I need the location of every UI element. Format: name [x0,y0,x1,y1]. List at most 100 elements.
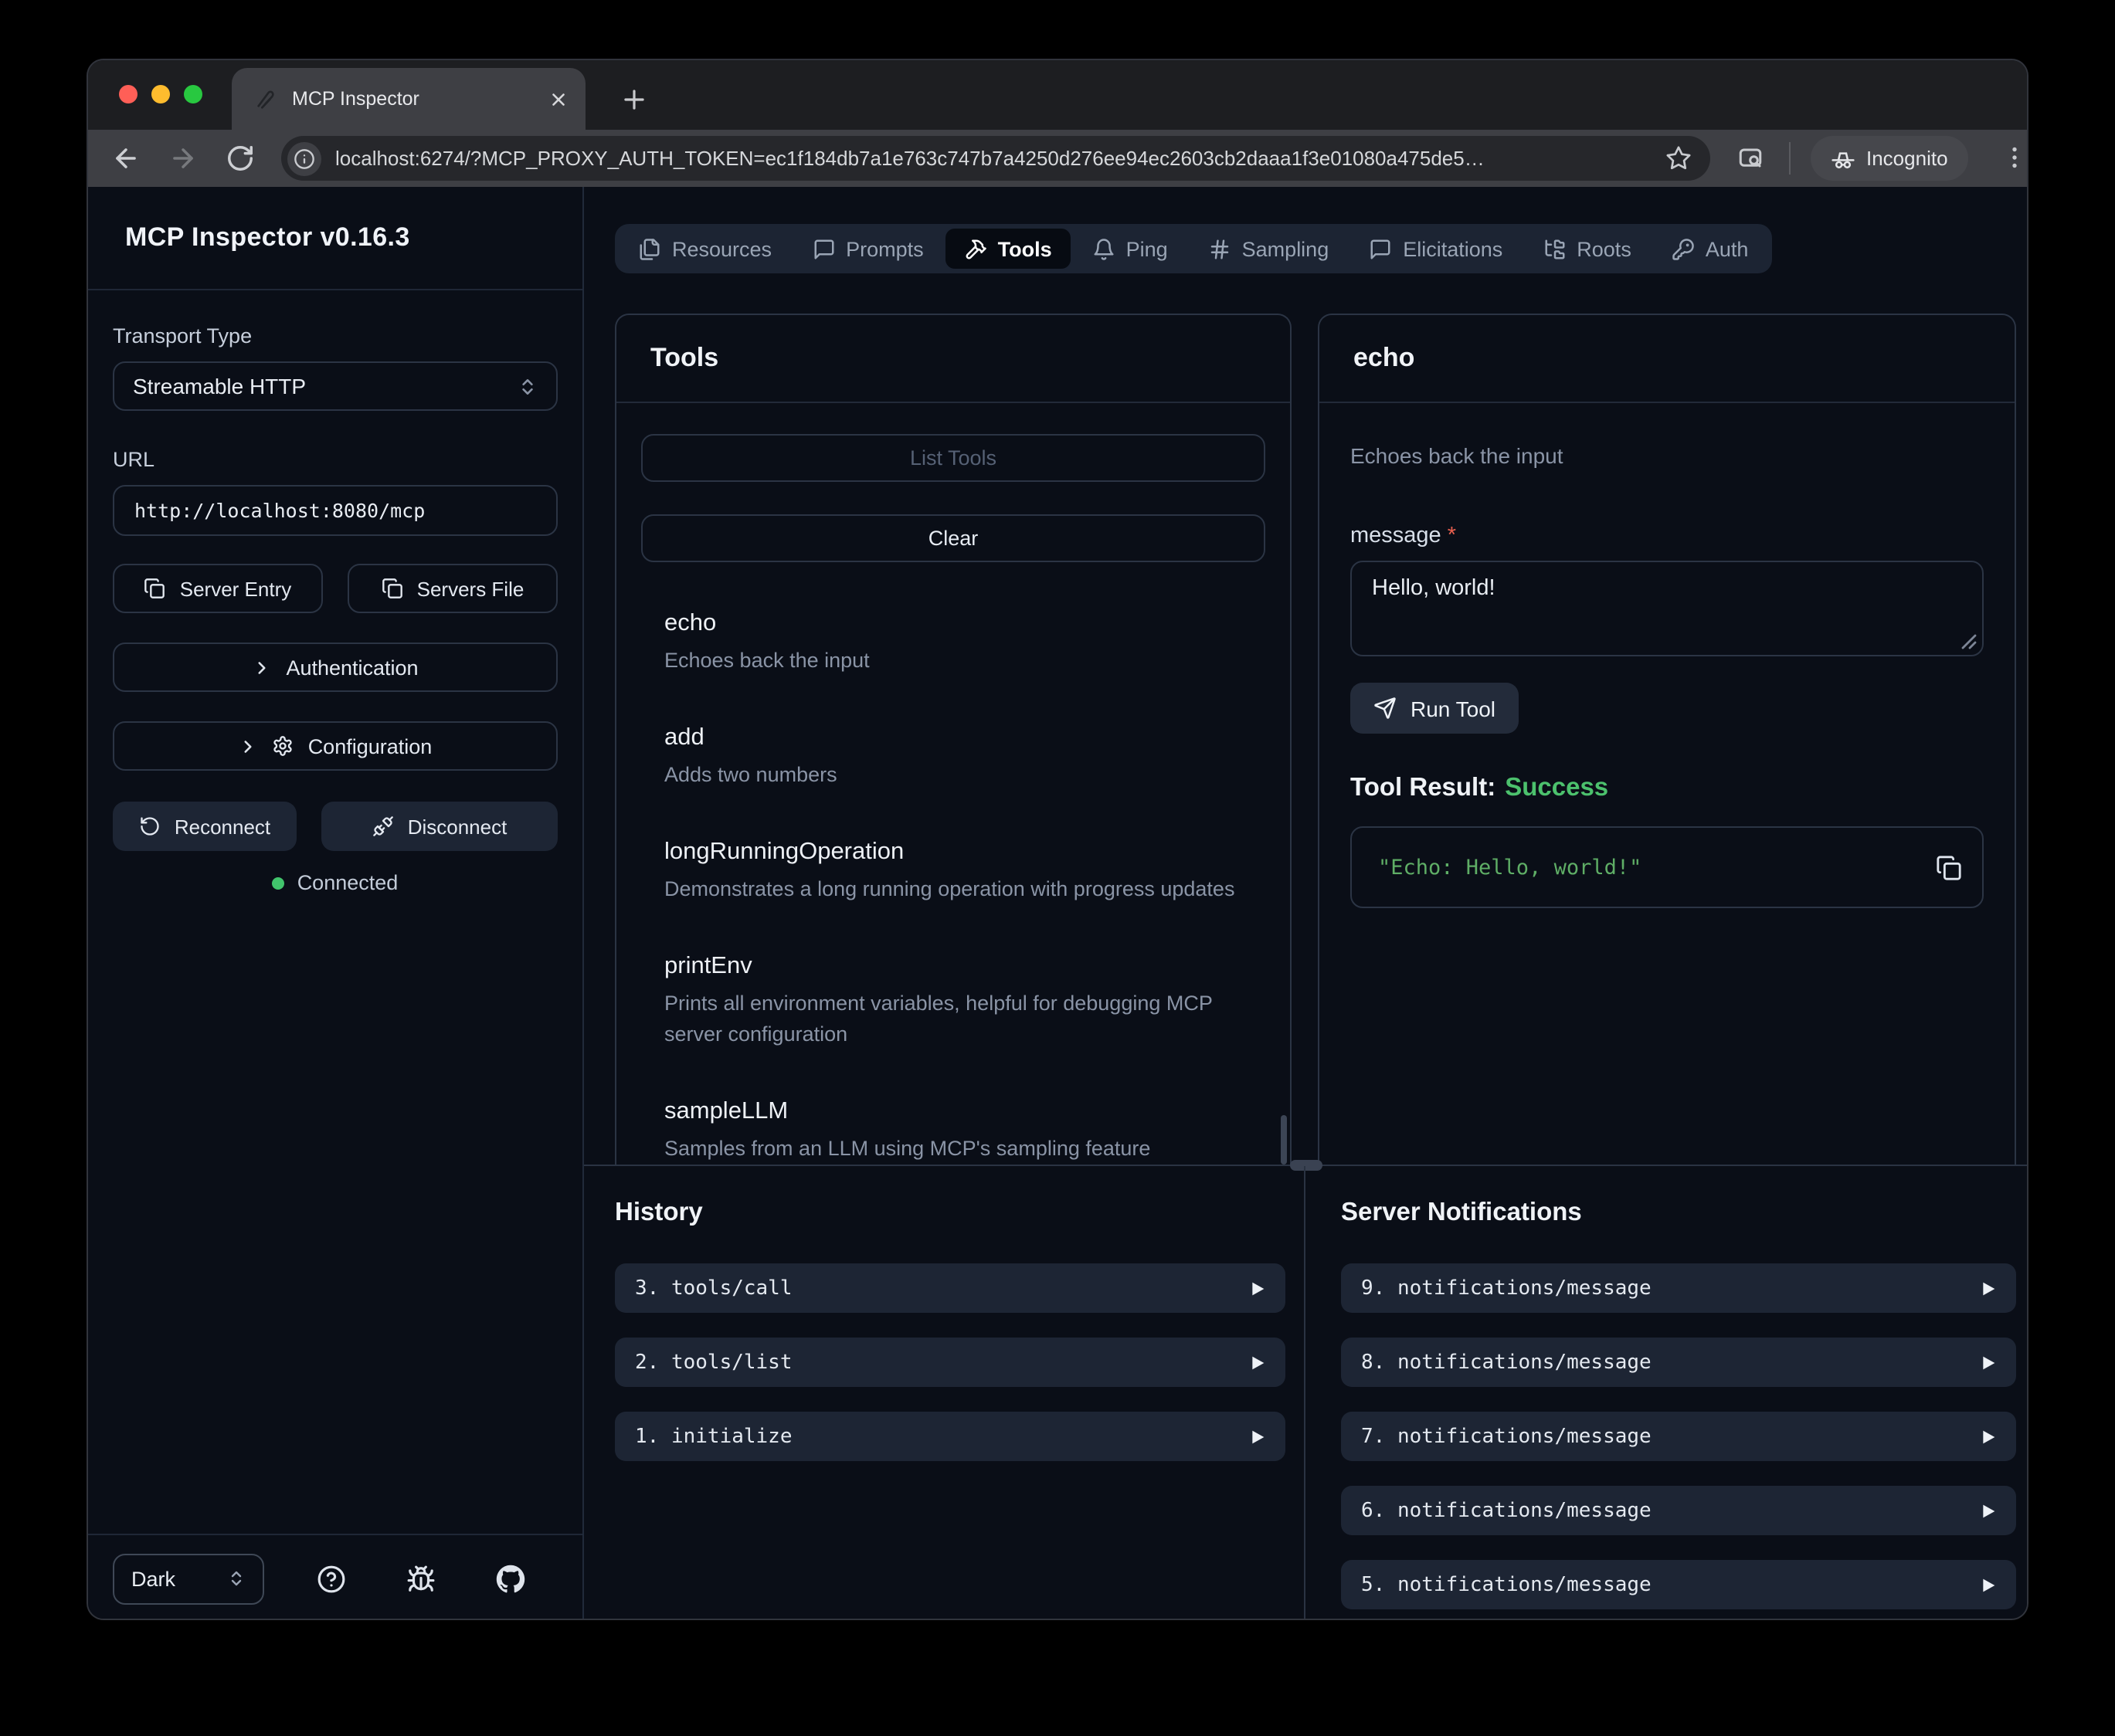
sidebar-header: MCP Inspector v0.16.3 [88,187,582,290]
param-label: message* [1350,524,1984,548]
copy-icon [144,578,166,599]
server-url-input[interactable] [113,485,558,536]
tool-list-item[interactable]: add Adds two numbers [641,723,1265,791]
tool-name: longRunningOperation [664,837,1265,866]
notification-item[interactable]: 8. notifications/message [1341,1338,2016,1387]
chevron-right-icon [252,657,272,677]
history-item-label: 2. tools/list [635,1351,1250,1374]
tool-name: sampleLLM [664,1097,1265,1126]
screenshot-stage: MCP Inspector localhost:6274/?MCP_PROXY_… [0,0,2115,1736]
run-tool-label: Run Tool [1411,696,1495,721]
address-bar[interactable]: localhost:6274/?MCP_PROXY_AUTH_TOKEN=ec1… [281,136,1710,181]
browser-tab[interactable]: MCP Inspector [232,68,586,130]
tool-detail-panel: echo Echoes back the input message* Hell… [1318,314,2016,1165]
scrollbar-thumb[interactable] [1281,1115,1287,1165]
github-icon[interactable] [495,1564,525,1593]
connection-status: Connected [113,871,558,894]
copy-icon[interactable] [1936,854,1962,880]
server-entry-button[interactable]: Server Entry [113,564,323,613]
transport-type-label: Transport Type [113,324,558,348]
forward-icon[interactable] [168,144,198,173]
help-circle-icon[interactable] [316,1564,345,1593]
resize-grip-icon[interactable] [1961,633,1978,650]
send-icon [1373,697,1397,720]
browser-toolbar: localhost:6274/?MCP_PROXY_AUTH_TOKEN=ec1… [88,130,2027,187]
bottom-section: History 3. tools/call 2. tools/list [584,1166,2027,1620]
tool-description: Demonstrates a long running operation wi… [664,874,1265,905]
tool-description: Prints all environment variables, helpfu… [664,988,1265,1050]
tool-result-box: "Echo: Hello, world!" [1350,826,1984,908]
servers-file-button[interactable]: Servers File [348,564,558,613]
tool-detail-description: Echoes back the input [1350,443,1984,468]
history-item-label: 3. tools/call [635,1277,1250,1300]
notification-item[interactable]: 6. notifications/message [1341,1486,2016,1535]
transport-type-value: Streamable HTTP [133,374,518,398]
main-area: Resources Prompts Tools Ping Sampling [584,187,2027,1620]
tool-list-item[interactable]: printEnv Prints all environment variable… [641,951,1265,1050]
theme-select[interactable]: Dark [113,1553,264,1604]
result-heading-text: Tool Result: [1350,774,1495,802]
reconnect-button[interactable]: Reconnect [113,802,297,851]
configuration-label: Configuration [308,734,433,758]
mcp-favicon-icon [253,86,278,111]
search-tabs-icon[interactable] [1736,145,1764,173]
reload-icon[interactable] [226,144,255,173]
url-text[interactable]: localhost:6274/?MCP_PROXY_AUTH_TOKEN=ec1… [335,147,1665,170]
configuration-toggle[interactable]: Configuration [113,721,558,771]
tool-list-item[interactable]: sampleLLM Samples from an LLM using MCP'… [641,1097,1265,1165]
tool-list-item[interactable]: echo Echoes back the input [641,609,1265,676]
browser-window: MCP Inspector localhost:6274/?MCP_PROXY_… [87,59,2028,1620]
bookmark-star-icon[interactable] [1665,145,1692,171]
back-icon[interactable] [111,144,141,173]
clear-tools-button[interactable]: Clear [641,514,1265,562]
minimize-window-button[interactable] [151,85,170,103]
server-notifications-title: Server Notifications [1341,1197,2016,1228]
disconnect-button[interactable]: Disconnect [321,802,558,851]
info-icon [294,147,315,169]
tab-title: MCP Inspector [292,88,545,110]
disconnect-label: Disconnect [408,815,508,838]
tools-panel-title: Tools [616,315,1290,403]
run-tool-button[interactable]: Run Tool [1350,683,1519,734]
param-input[interactable]: Hello, world! [1350,561,1984,656]
zoom-window-button[interactable] [184,85,202,103]
unplug-icon [372,815,394,837]
bug-icon[interactable] [406,1564,435,1593]
history-panel: History 3. tools/call 2. tools/list [584,1166,1305,1620]
incognito-badge: Incognito [1811,136,1968,181]
chevron-right-icon [239,736,259,756]
notification-item-label: 8. notifications/message [1361,1351,1981,1374]
list-tools-button[interactable]: List Tools [641,434,1265,482]
server-entry-label: Server Entry [180,577,292,600]
tool-description: Samples from an LLM using MCP's sampling… [664,1134,1265,1165]
history-item-label: 1. initialize [635,1425,1250,1448]
notification-item[interactable]: 5. notifications/message [1341,1560,2016,1609]
browser-menu-icon[interactable] [2001,144,2028,171]
panels-section: Tools List Tools Clear echo Echoes back … [584,187,2027,1165]
status-label: Connected [297,871,399,894]
incognito-label: Incognito [1866,147,1948,170]
history-item[interactable]: 3. tools/call [615,1263,1285,1313]
notification-item-label: 6. notifications/message [1361,1499,1981,1522]
authentication-toggle[interactable]: Authentication [113,643,558,692]
sidebar-footer: Dark [88,1534,582,1620]
expand-play-icon [1250,1280,1265,1297]
theme-value: Dark [131,1567,227,1590]
close-window-button[interactable] [119,85,137,103]
param-name: message [1350,524,1441,548]
incognito-icon [1831,146,1855,171]
history-item[interactable]: 2. tools/list [615,1338,1285,1387]
footer-icons [264,1564,555,1593]
notification-item-label: 9. notifications/message [1361,1277,1981,1300]
site-info-chip[interactable] [287,141,321,175]
notification-item[interactable]: 9. notifications/message [1341,1263,2016,1313]
status-dot [273,876,285,889]
tools-panel: Tools List Tools Clear echo Echoes back … [615,314,1292,1165]
tab-close-icon[interactable] [545,86,570,111]
chevrons-up-down-icon [227,1569,246,1588]
new-tab-button[interactable] [615,80,652,117]
transport-type-select[interactable]: Streamable HTTP [113,361,558,411]
notification-item[interactable]: 7. notifications/message [1341,1412,2016,1461]
history-item[interactable]: 1. initialize [615,1412,1285,1461]
tool-list-item[interactable]: longRunningOperation Demonstrates a long… [641,837,1265,905]
